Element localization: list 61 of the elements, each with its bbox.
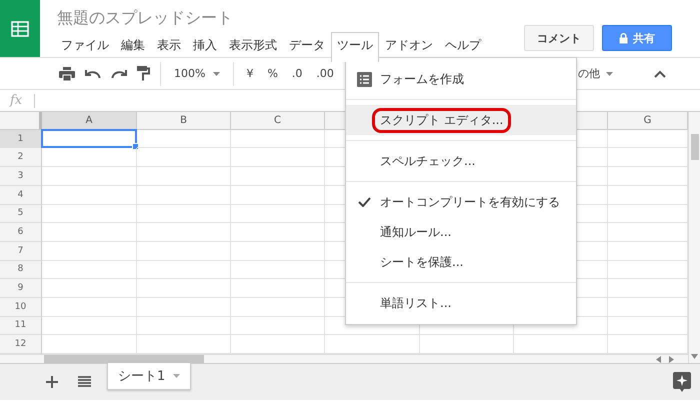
column-header[interactable]: G: [608, 112, 688, 130]
row-header[interactable]: 7: [0, 242, 42, 261]
menu-item[interactable]: 表示形式: [223, 32, 283, 62]
form-icon: [356, 72, 372, 86]
row-header[interactable]: 3: [0, 167, 42, 186]
caret-icon: [606, 72, 613, 76]
sheets-logo-icon[interactable]: [0, 0, 40, 57]
explore-icon[interactable]: [673, 372, 691, 392]
caret-icon: [213, 72, 220, 76]
document-title[interactable]: 無題のスプレッドシート: [57, 8, 524, 29]
decrease-decimals-button[interactable]: .0: [292, 67, 302, 80]
more-dropdown[interactable]: の他: [578, 66, 613, 81]
lock-icon: [619, 32, 628, 44]
row-header[interactable]: 10: [0, 298, 42, 317]
row-header[interactable]: 12: [0, 335, 42, 354]
row-header[interactable]: 5: [0, 204, 42, 224]
row-header[interactable]: 6: [0, 223, 42, 242]
caret-icon: [173, 374, 180, 378]
menu-option[interactable]: 単語リスト...: [346, 288, 576, 318]
sheet-list-icon[interactable]: [78, 376, 91, 387]
zoom-dropdown[interactable]: 100%: [174, 67, 220, 80]
menu-item[interactable]: 表示: [151, 32, 187, 62]
column-header[interactable]: A: [42, 112, 137, 130]
collapse-icon[interactable]: [654, 70, 666, 78]
row-header[interactable]: 2: [0, 148, 42, 168]
menu-item[interactable]: ファイル: [55, 32, 115, 62]
row-header[interactable]: 8: [0, 260, 42, 280]
scroll-left-icon[interactable]: [656, 356, 661, 362]
menu-option[interactable]: オートコンプリートを有効にする: [346, 187, 576, 217]
row-header[interactable]: 11: [0, 316, 42, 336]
sheet-tab[interactable]: シート1: [107, 363, 192, 390]
menu-item[interactable]: データ: [283, 32, 331, 62]
column-header[interactable]: C: [231, 112, 325, 130]
currency-button[interactable]: ¥: [246, 67, 254, 80]
check-icon: [358, 197, 370, 207]
scrollbar-thumb[interactable]: [44, 355, 204, 363]
select-all-corner[interactable]: [0, 112, 42, 130]
column-header[interactable]: B: [137, 112, 231, 130]
add-sheet-icon[interactable]: [46, 376, 58, 388]
paint-format-icon[interactable]: [137, 66, 150, 81]
menu-item[interactable]: 挿入: [187, 32, 223, 62]
print-icon[interactable]: [59, 66, 75, 80]
menu-item[interactable]: ツール: [331, 32, 379, 62]
menu-option[interactable]: 通知ルール...: [346, 217, 576, 247]
menu-option[interactable]: フォームを作成: [346, 64, 576, 94]
row-header[interactable]: 9: [0, 279, 42, 298]
menu-option[interactable]: スクリプト エディタ...: [346, 105, 576, 135]
menu-option[interactable]: スペルチェック...: [346, 146, 576, 176]
undo-icon[interactable]: [85, 68, 101, 78]
scrollbar-thumb[interactable]: [690, 134, 698, 160]
formula-label: fx: [10, 93, 24, 108]
row-header[interactable]: 1: [0, 130, 42, 148]
row-header[interactable]: 4: [0, 186, 42, 204]
increase-decimals-button[interactable]: .00: [316, 67, 334, 80]
comment-button[interactable]: コメント: [524, 25, 594, 51]
redo-icon[interactable]: [111, 68, 127, 78]
menu-option[interactable]: シートを保護...: [346, 247, 576, 277]
scroll-down-icon[interactable]: [691, 354, 698, 359]
menu-item[interactable]: 編集: [115, 32, 151, 62]
scroll-right-icon[interactable]: [669, 356, 674, 362]
percent-button[interactable]: %: [267, 67, 278, 80]
